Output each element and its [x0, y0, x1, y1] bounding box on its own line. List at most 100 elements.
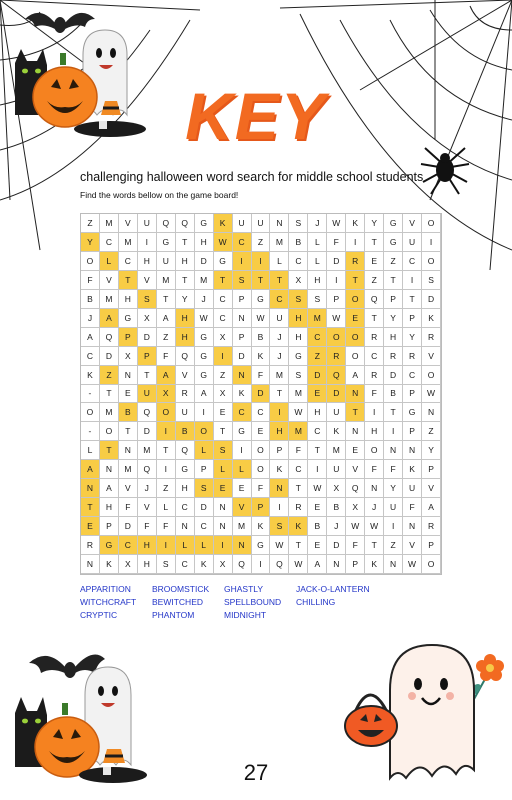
grid-cell: G — [194, 214, 214, 233]
grid-cell: Z — [99, 365, 119, 385]
grid-cell: Q — [137, 403, 157, 423]
word-list-item: APPARITION — [80, 584, 131, 594]
word-list-item: SPELLBOUND — [224, 597, 282, 607]
grid-cell: E — [232, 479, 252, 499]
grid-cell: V — [232, 498, 252, 518]
word-list-item: MIDNIGHT — [224, 610, 267, 620]
grid-cell: F — [81, 270, 100, 290]
grid-cell: G — [194, 365, 214, 385]
grid-cell: T — [213, 422, 233, 442]
grid-cell: Y — [384, 308, 404, 328]
grid-cell: D — [137, 327, 157, 347]
grid-cell: A — [99, 479, 119, 499]
grid-cell: I — [213, 346, 233, 366]
grid-cell: J — [137, 479, 157, 499]
grid-cell: J — [270, 327, 290, 347]
grid-cell: G — [251, 536, 271, 556]
grid-cell: O — [99, 422, 119, 442]
grid-cell: B — [308, 517, 328, 537]
grid-cell: E — [365, 251, 385, 271]
grid-cell: O — [251, 460, 271, 480]
grid-cell: X — [327, 479, 347, 499]
grid-cell: I — [308, 460, 328, 480]
grid-cell: G — [232, 422, 252, 442]
grid-cell: N — [232, 308, 252, 328]
ghost-icon — [389, 643, 475, 781]
grid-cell: T — [346, 270, 366, 290]
grid-cell: D — [308, 365, 328, 385]
grid-cell: A — [156, 308, 176, 328]
grid-cell: E — [118, 384, 138, 404]
grid-cell: C — [289, 251, 309, 271]
grid-cell: P — [403, 384, 423, 404]
grid-cell: R — [422, 517, 441, 537]
grid-cell: C — [175, 498, 195, 518]
grid-cell: J — [327, 517, 347, 537]
grid-cell: H — [289, 327, 309, 347]
grid-cell: W — [194, 308, 214, 328]
grid-cell: Q — [346, 479, 366, 499]
grid-cell: V — [118, 214, 138, 233]
grid-cell: B — [118, 403, 138, 423]
grid-cell: J — [194, 289, 214, 309]
grid-cell: T — [213, 270, 233, 290]
grid-cell: Y — [365, 214, 385, 233]
grid-cell: F — [118, 498, 138, 518]
grid-cell: I — [384, 517, 404, 537]
grid-cell: O — [251, 441, 271, 461]
grid-cell: F — [289, 441, 309, 461]
grid-cell: N — [422, 403, 441, 423]
grid-cell: V — [137, 498, 157, 518]
grid-cell: U — [137, 384, 157, 404]
word-list: APPARITION BROOMSTICK GHASTLY JACK-O-LANTER… — [80, 584, 410, 620]
grid-cell: M — [232, 517, 252, 537]
grid-cell: A — [308, 555, 328, 574]
grid-cell: R — [365, 327, 385, 347]
grid-cell: U — [175, 403, 195, 423]
grid-cell: O — [422, 555, 441, 574]
grid-cell: P — [118, 327, 138, 347]
instructions: Find the words bellow on the game board! — [80, 190, 239, 200]
grid-cell: C — [251, 403, 271, 423]
grid-cell: Y — [81, 232, 100, 252]
grid-cell: E — [308, 536, 328, 556]
grid-cell: W — [327, 308, 347, 328]
grid-cell: Y — [175, 289, 195, 309]
grid-cell: Q — [232, 555, 252, 574]
grid-cell: B — [327, 498, 347, 518]
word-search-grid: ZMVUQQGKUUNSJWKYGVOYCMIGTHWCZMBLFITGUIOL… — [80, 213, 442, 575]
grid-cell: C — [308, 327, 328, 347]
grid-cell: F — [384, 460, 404, 480]
grid-cell: H — [175, 327, 195, 347]
grid-cell: B — [175, 422, 195, 442]
grid-cell: I — [327, 270, 347, 290]
grid-cell: C — [232, 403, 252, 423]
grid-cell: Z — [156, 479, 176, 499]
grid-cell: C — [232, 232, 252, 252]
grid-cell: T — [365, 308, 385, 328]
grid-cell: N — [118, 365, 138, 385]
grid-cell: I — [251, 555, 271, 574]
grid-cell: E — [213, 403, 233, 423]
grid-cell: Q — [99, 327, 119, 347]
bat-icon — [25, 12, 95, 33]
grid-cell: P — [422, 536, 441, 556]
grid-cell: L — [308, 251, 328, 271]
grid-cell: P — [232, 327, 252, 347]
grid-cell: H — [194, 232, 214, 252]
grid-cell: O — [194, 422, 214, 442]
grid-cell: T — [99, 384, 119, 404]
grid-cell: J — [270, 346, 290, 366]
grid-cell: T — [384, 403, 404, 423]
grid-cell: R — [384, 346, 404, 366]
grid-cell: K — [346, 214, 366, 233]
grid-cell: O — [156, 403, 176, 423]
grid-cell: A — [346, 365, 366, 385]
grid-cell: T — [346, 403, 366, 423]
grid-cell: W — [251, 308, 271, 328]
grid-cell: T — [118, 422, 138, 442]
grid-cell: H — [308, 403, 328, 423]
grid-cell: O — [327, 327, 347, 347]
grid-cell: D — [232, 346, 252, 366]
grid-cell: Q — [175, 214, 195, 233]
